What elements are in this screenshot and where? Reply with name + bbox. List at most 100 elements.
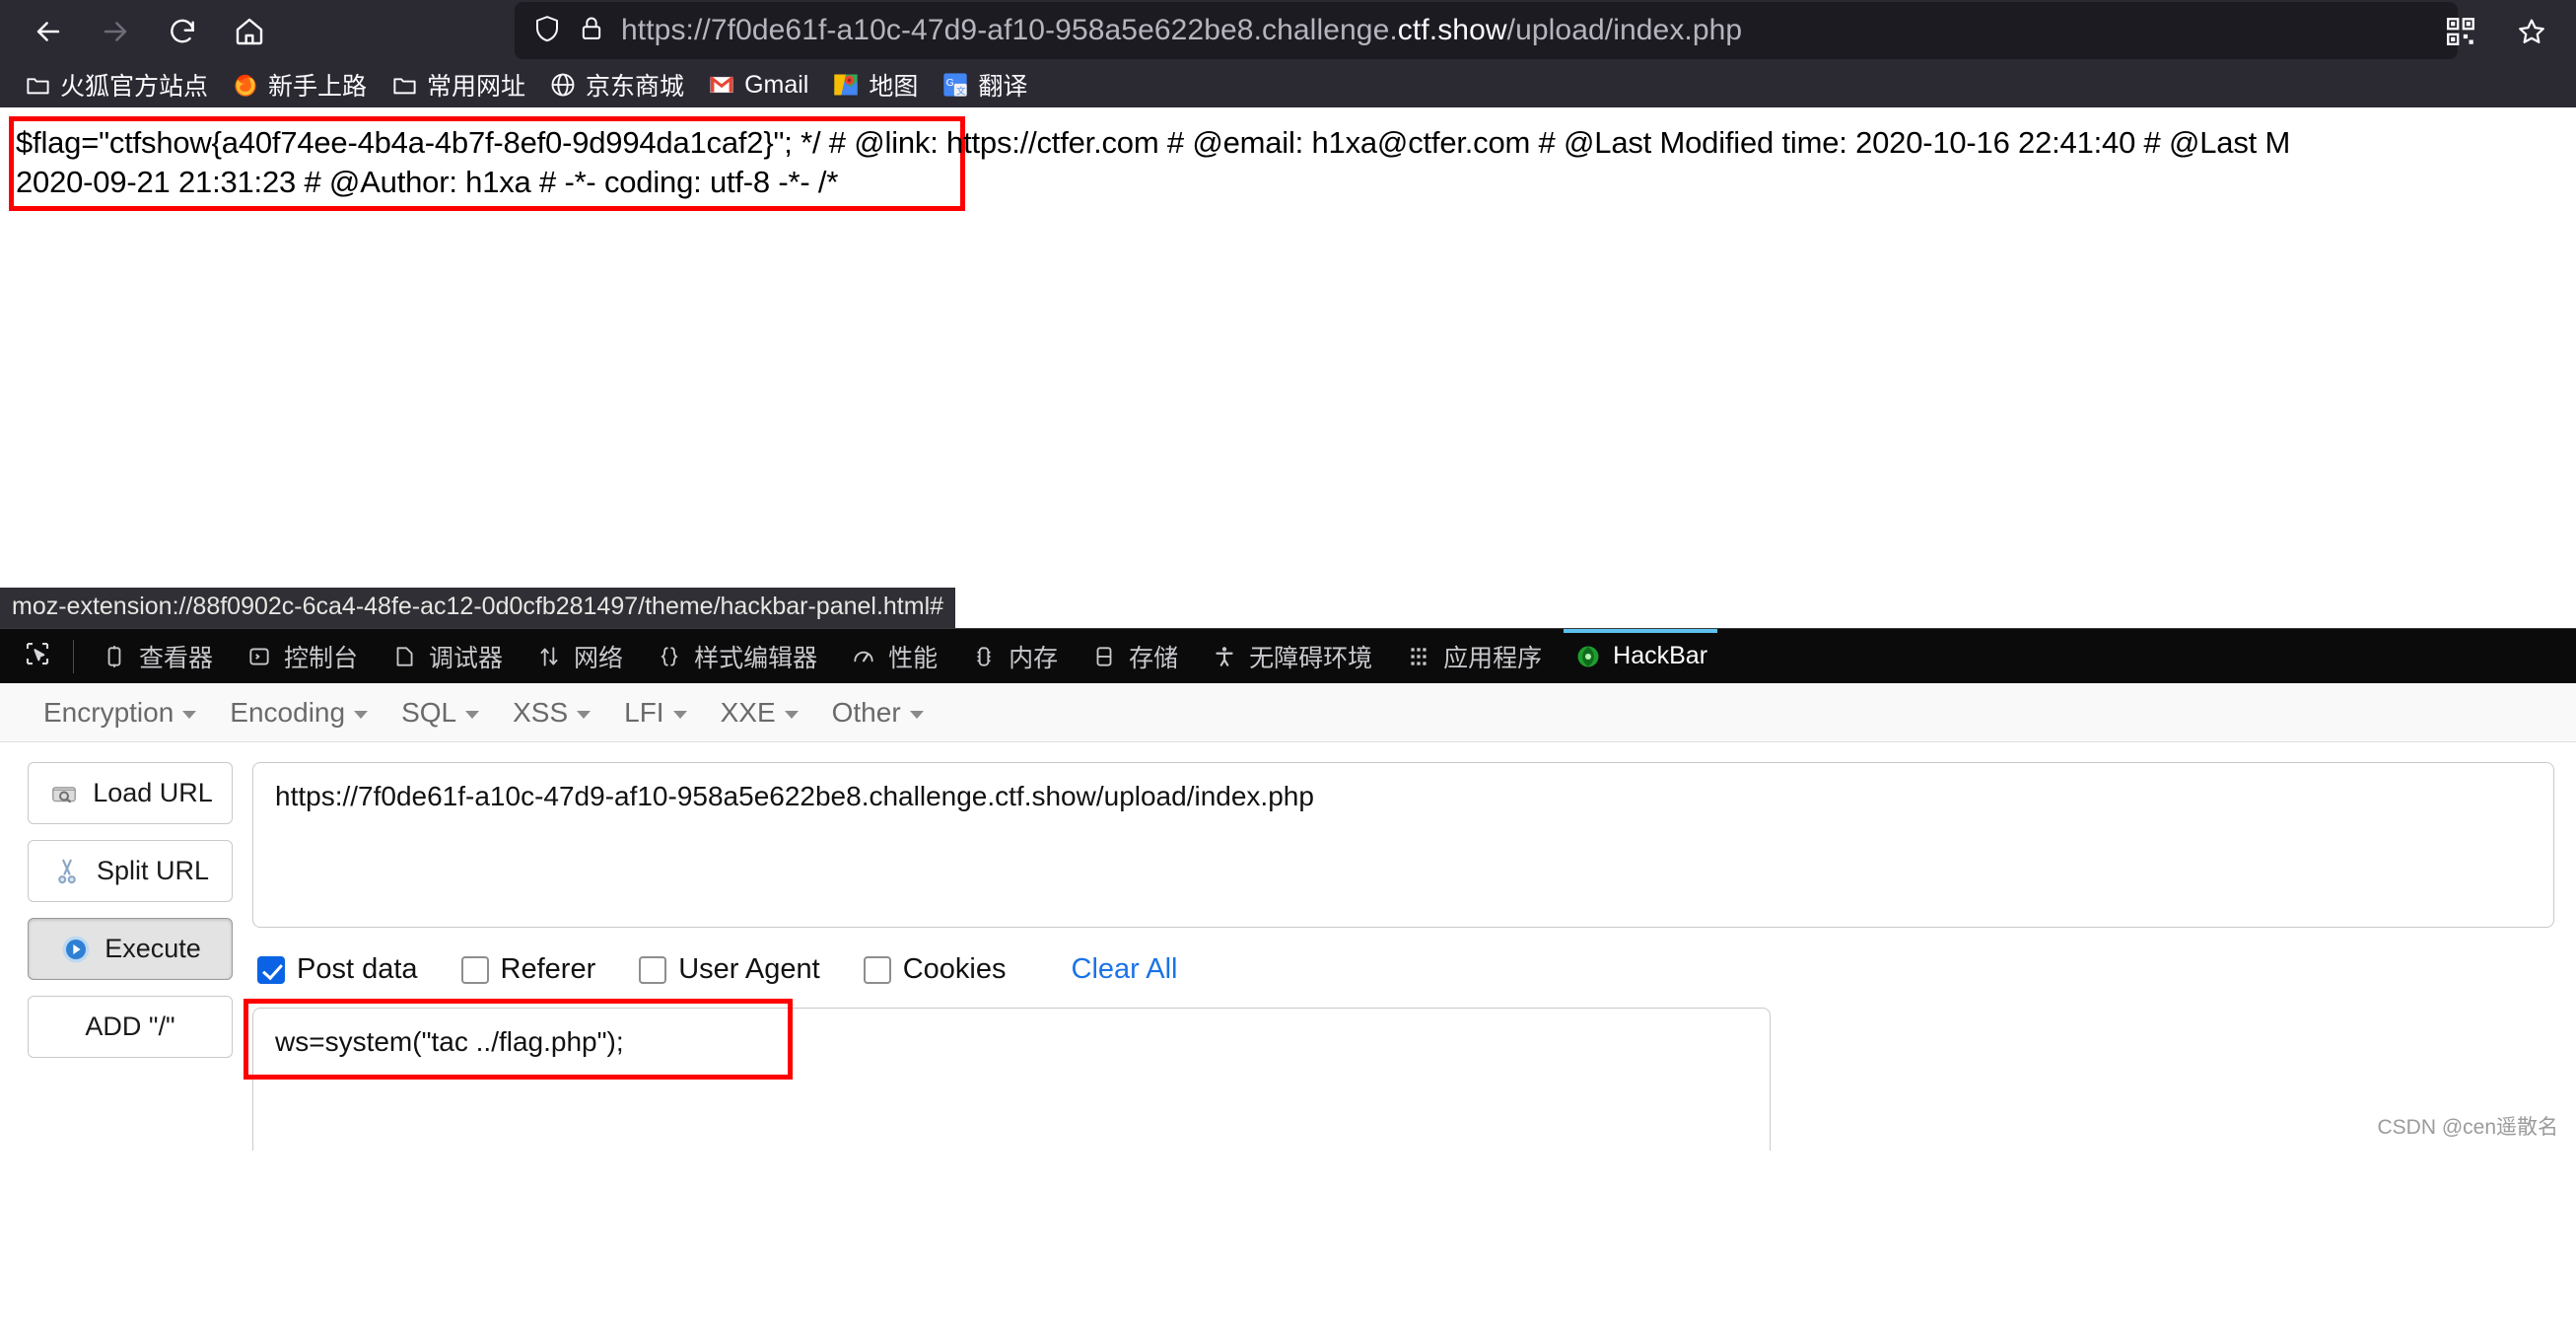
chevron-down-icon	[909, 710, 924, 719]
load-url-icon	[47, 777, 80, 809]
devtools-tab-memory[interactable]: 内存	[953, 629, 1074, 684]
hackbar-menu-encoding[interactable]: Encoding	[216, 691, 382, 734]
url-prefix: https://7f0de61f-a10c-47d9-af10-958a5e62…	[621, 14, 1398, 46]
post-data-textarea[interactable]: ws=system("tac ../flag.php");	[252, 1008, 1771, 1151]
memory-icon	[969, 642, 999, 671]
devtools-tab-storage[interactable]: 存储	[1074, 629, 1194, 684]
devtools-tab-style-editor[interactable]: 样式编辑器	[639, 629, 833, 684]
reload-button[interactable]	[152, 1, 213, 62]
bookmark-star-icon	[2516, 16, 2547, 47]
tab-label: 控制台	[284, 644, 359, 672]
forward-arrow-icon	[99, 15, 132, 48]
bookmark-item-6[interactable]: G文 翻译	[932, 63, 1037, 106]
lock-icon[interactable]	[578, 15, 605, 47]
clear-all-link[interactable]: Clear All	[1072, 953, 1178, 986]
checkbox-label: Referer	[500, 953, 596, 985]
url-input[interactable]: https://7f0de61f-a10c-47d9-af10-958a5e62…	[252, 762, 2554, 928]
execute-button[interactable]: Execute	[28, 918, 233, 980]
toolbar-right-actions	[2430, 0, 2562, 62]
hackbar-menu-encryption[interactable]: Encryption	[30, 691, 210, 734]
hackbar-menu-other[interactable]: Other	[818, 691, 938, 734]
tab-label: 应用程序	[1443, 644, 1543, 672]
forward-button[interactable]	[85, 1, 146, 62]
bookmark-item-1[interactable]: 新手上路	[222, 63, 377, 106]
post-data-checkbox[interactable]: Post data	[257, 953, 418, 986]
bookmark-item-2[interactable]: 常用网址	[381, 63, 535, 106]
hackbar-menu-sql[interactable]: SQL	[387, 691, 493, 734]
gmail-icon	[708, 71, 735, 99]
bookmark-item-4[interactable]: Gmail	[698, 67, 818, 104]
menu-label: SQL	[401, 696, 457, 728]
hackbar-menu-xss[interactable]: XSS	[499, 691, 604, 734]
navigation-buttons	[0, 1, 280, 62]
checkbox-box[interactable]	[863, 955, 891, 984]
bookmark-label: 翻译	[978, 73, 1028, 101]
qr-code-button[interactable]	[2430, 1, 2491, 62]
button-label: Load URL	[93, 778, 213, 807]
inspector-icon	[100, 642, 129, 671]
url-text[interactable]: https://7f0de61f-a10c-47d9-af10-958a5e62…	[621, 14, 1742, 47]
devtools-tab-accessibility[interactable]: 无障碍环境	[1194, 629, 1388, 684]
folder-icon	[24, 71, 51, 99]
checkbox-box[interactable]	[639, 955, 667, 984]
hackbar-menubar: Encryption Encoding SQL XSS LFI XXE Othe…	[0, 683, 2576, 742]
devtools-tab-inspector[interactable]: 查看器	[84, 629, 229, 684]
home-icon	[234, 16, 265, 47]
cookies-checkbox[interactable]: Cookies	[863, 953, 1007, 986]
button-label: ADD "/"	[85, 1012, 175, 1041]
flag-text-line-2: 2020-09-21 21:31:23 # @Author: h1xa # -*…	[16, 164, 839, 199]
element-picker-button[interactable]	[10, 631, 65, 682]
hackbar-fields: https://7f0de61f-a10c-47d9-af10-958a5e62…	[244, 762, 2576, 1151]
network-icon	[534, 642, 564, 671]
console-icon	[244, 642, 274, 671]
hackbar-menu-lfi[interactable]: LFI	[610, 691, 700, 734]
debugger-icon	[389, 642, 419, 671]
menu-label: XSS	[513, 696, 569, 728]
qr-code-icon	[2444, 15, 2477, 48]
bookmarks-bar: 火狐官方站点 新手上路 常用网址 京东商城 Gmail 地图 G文 翻译	[0, 62, 2576, 107]
back-button[interactable]	[18, 1, 79, 62]
tab-label: 调试器	[429, 644, 504, 672]
bookmark-label: 火狐官方站点	[60, 73, 209, 101]
checkbox-label: Post data	[297, 953, 418, 985]
devtools-tab-hackbar[interactable]: HackBar	[1558, 628, 1723, 684]
shield-icon[interactable]	[532, 14, 562, 48]
chevron-down-icon	[182, 710, 197, 719]
menu-label: Encoding	[230, 696, 346, 728]
referer-checkbox[interactable]: Referer	[460, 953, 596, 986]
split-url-button[interactable]: Split URL	[28, 840, 233, 902]
checkbox-box[interactable]	[257, 955, 285, 984]
bookmark-item-3[interactable]: 京东商城	[539, 63, 694, 106]
load-url-button[interactable]: Load URL	[28, 762, 233, 824]
menu-label: Encryption	[43, 696, 174, 728]
bookmark-label: 地图	[869, 73, 919, 101]
button-label: Split URL	[96, 856, 210, 885]
devtools-tab-network[interactable]: 网络	[519, 629, 639, 684]
bookmark-star-button[interactable]	[2501, 1, 2562, 62]
devtools-tab-application[interactable]: 应用程序	[1388, 629, 1558, 684]
storage-icon	[1089, 642, 1119, 671]
flag-highlight-box: $flag="ctfshow{a40f74ee-4b4a-4b7f-8ef0-9…	[9, 116, 2290, 211]
hackbar-menu-xxe[interactable]: XXE	[707, 691, 812, 734]
user-agent-checkbox[interactable]: User Agent	[639, 953, 820, 986]
devtools-tab-performance[interactable]: 性能	[833, 629, 953, 684]
devtools-tab-debugger[interactable]: 调试器	[374, 629, 519, 684]
hackbar-panel: Encryption Encoding SQL XSS LFI XXE Othe…	[0, 683, 2576, 1151]
hackbar-action-buttons: Load URL Split URL Execute ADD "/"	[28, 762, 233, 1151]
url-suffix: /upload/index.php	[1506, 14, 1743, 46]
add-slash-button[interactable]: ADD "/"	[28, 996, 233, 1058]
url-bar[interactable]: https://7f0de61f-a10c-47d9-af10-958a5e62…	[515, 2, 2458, 59]
chevron-down-icon	[354, 710, 369, 719]
bookmark-item-0[interactable]: 火狐官方站点	[14, 63, 218, 106]
firefox-icon	[232, 71, 259, 99]
bookmark-item-5[interactable]: 地图	[822, 63, 928, 106]
folder-icon	[390, 71, 418, 99]
chevron-down-icon	[672, 710, 687, 719]
devtools-tab-console[interactable]: 控制台	[229, 629, 374, 684]
translate-icon: G文	[941, 71, 969, 99]
split-url-icon	[51, 855, 84, 887]
svg-text:文: 文	[957, 85, 966, 96]
tab-label: 网络	[574, 644, 624, 672]
checkbox-box[interactable]	[460, 955, 489, 984]
home-button[interactable]	[219, 1, 280, 62]
